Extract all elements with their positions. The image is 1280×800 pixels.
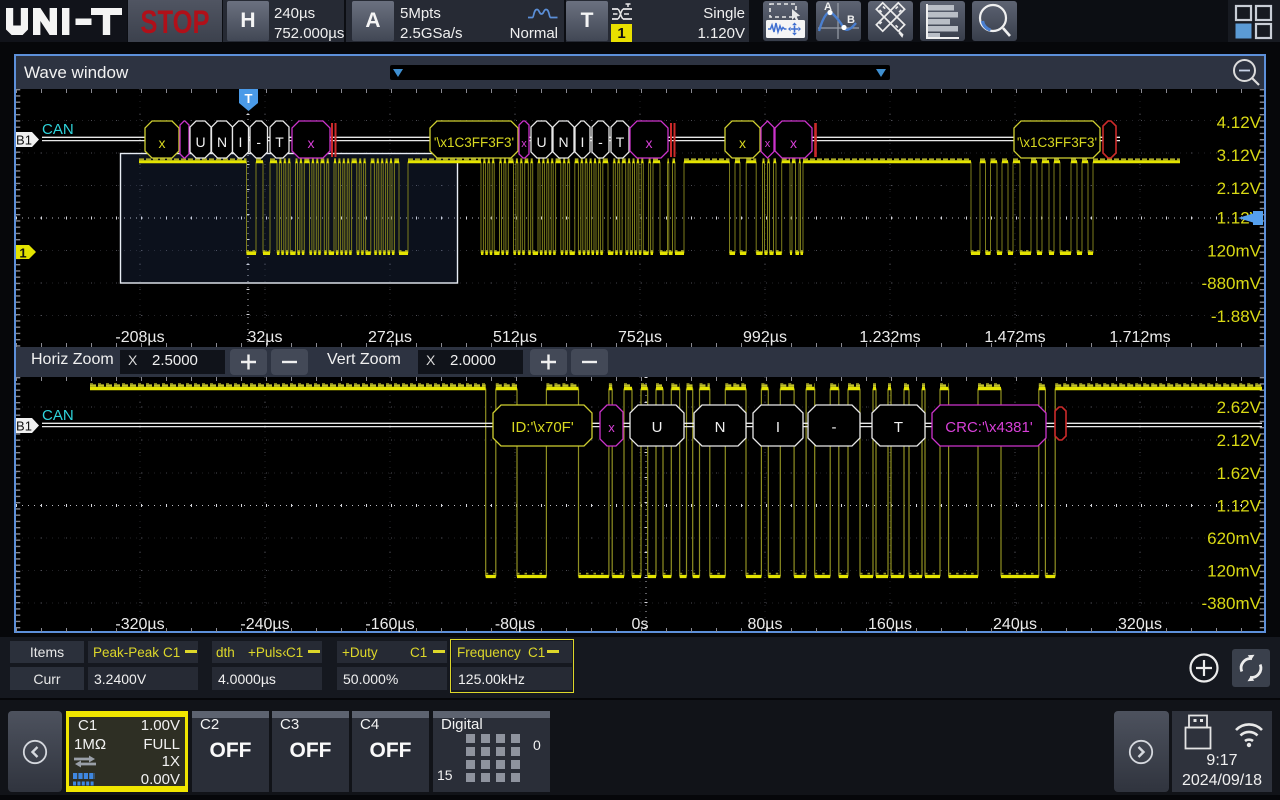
svg-text:x: x xyxy=(308,135,315,151)
svg-text:32µs: 32µs xyxy=(247,329,282,346)
svg-text:2.12V: 2.12V xyxy=(1217,179,1262,198)
svg-text:80µs: 80µs xyxy=(747,616,782,632)
svg-text:-240µs: -240µs xyxy=(240,616,289,632)
svg-text:-380mV: -380mV xyxy=(1201,594,1261,613)
svg-text:N: N xyxy=(217,134,227,150)
svg-text:3.12V: 3.12V xyxy=(1217,146,1262,165)
svg-text:A: A xyxy=(824,1,832,13)
svg-text:N: N xyxy=(715,419,726,436)
svg-text:240µs: 240µs xyxy=(993,616,1037,632)
svg-text:1.232ms: 1.232ms xyxy=(859,329,920,346)
svg-text:B1: B1 xyxy=(16,133,32,148)
svg-text:272µs: 272µs xyxy=(368,329,412,346)
svg-text:1.62V: 1.62V xyxy=(1217,464,1262,483)
svg-text:x: x xyxy=(765,138,771,150)
svg-text:0s: 0s xyxy=(632,616,649,632)
svg-text:4.12V: 4.12V xyxy=(1217,113,1262,132)
svg-text:120mV: 120mV xyxy=(1207,242,1262,261)
svg-text:320µs: 320µs xyxy=(1118,616,1162,632)
svg-text:U: U xyxy=(536,134,546,150)
svg-text:752µs: 752µs xyxy=(618,329,662,346)
svg-text:-1.88V: -1.88V xyxy=(1211,307,1262,326)
svg-text:1.12V: 1.12V xyxy=(1217,497,1262,516)
svg-text:1.472ms: 1.472ms xyxy=(984,329,1045,346)
svg-text:CRC:'\x4381': CRC:'\x4381' xyxy=(945,419,1033,436)
svg-text:I: I xyxy=(776,419,780,436)
svg-text:160µs: 160µs xyxy=(868,616,912,632)
svg-text:620mV: 620mV xyxy=(1207,529,1262,548)
svg-text:-: - xyxy=(256,134,261,150)
svg-text:512µs: 512µs xyxy=(493,329,537,346)
svg-text:B: B xyxy=(847,14,855,26)
svg-text:CAN: CAN xyxy=(42,121,74,138)
svg-text:T: T xyxy=(245,91,253,106)
svg-text:2.62V: 2.62V xyxy=(1217,398,1262,417)
svg-text:-320µs: -320µs xyxy=(115,616,164,632)
svg-text:1.712ms: 1.712ms xyxy=(1109,329,1170,346)
svg-text:-: - xyxy=(598,134,603,150)
svg-text:-880mV: -880mV xyxy=(1201,274,1261,293)
svg-text:U: U xyxy=(652,419,663,436)
svg-text:2.12V: 2.12V xyxy=(1217,431,1262,450)
svg-text:x: x xyxy=(159,135,166,151)
svg-text:T: T xyxy=(894,419,903,436)
svg-text:B1: B1 xyxy=(16,419,32,434)
svg-text:x: x xyxy=(790,135,797,151)
svg-text:ID:'\x70F': ID:'\x70F' xyxy=(511,419,574,436)
svg-text:-80µs: -80µs xyxy=(495,616,535,632)
svg-text:N: N xyxy=(558,134,568,150)
svg-text:x: x xyxy=(608,420,615,435)
svg-text:x: x xyxy=(521,138,527,150)
svg-text:'\x1C3FF3F3': '\x1C3FF3F3' xyxy=(434,135,514,150)
svg-text:U: U xyxy=(195,134,205,150)
svg-text:x: x xyxy=(739,135,746,151)
svg-text:-208µs: -208µs xyxy=(115,329,164,346)
svg-text:T: T xyxy=(275,134,284,150)
svg-text:I: I xyxy=(581,134,585,150)
svg-text:992µs: 992µs xyxy=(743,329,787,346)
svg-text:'\x1C3FF3F3': '\x1C3FF3F3' xyxy=(1017,135,1097,150)
svg-text:-: - xyxy=(832,419,837,436)
svg-text:CAN: CAN xyxy=(42,407,74,424)
svg-text:1: 1 xyxy=(19,246,26,261)
svg-text:I: I xyxy=(239,134,243,150)
svg-text:120mV: 120mV xyxy=(1207,562,1262,581)
svg-text:x: x xyxy=(646,135,653,151)
svg-text:T: T xyxy=(616,134,625,150)
svg-text:-160µs: -160µs xyxy=(365,616,414,632)
